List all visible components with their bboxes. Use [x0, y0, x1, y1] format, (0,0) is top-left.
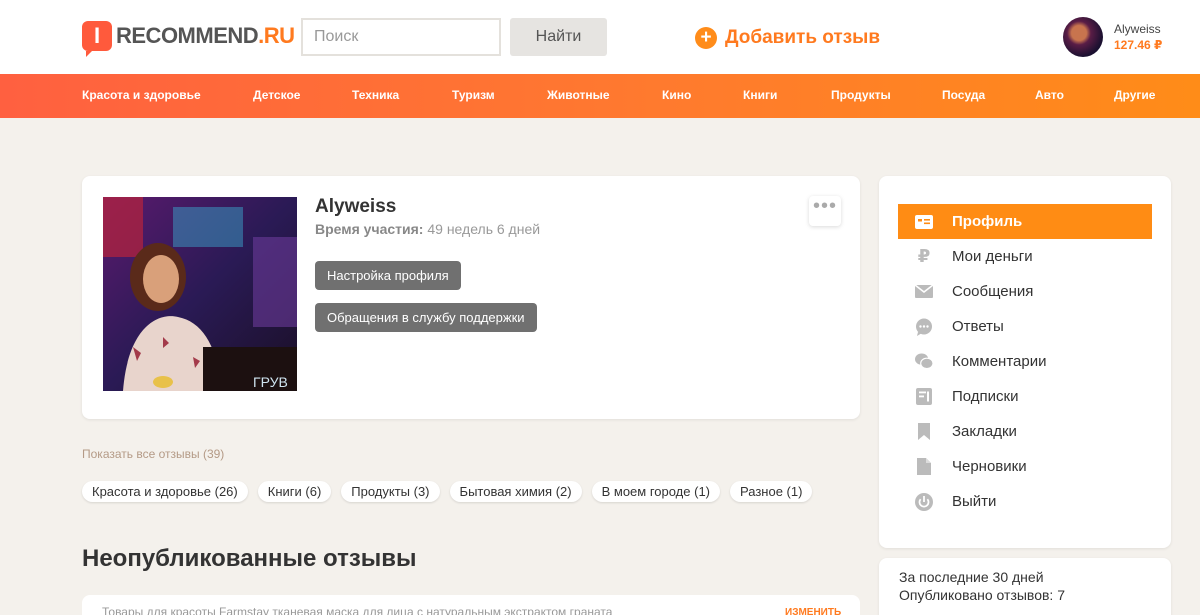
sidebar-item-comments[interactable]: Комментарии — [898, 344, 1152, 379]
sidebar-item-bookmarks[interactable]: Закладки — [898, 414, 1152, 449]
user-name[interactable]: Alyweiss — [1114, 22, 1162, 36]
participation-label: Время участия: — [315, 221, 424, 237]
stats-published-count: Опубликовано отзывов: 7 — [899, 587, 1065, 603]
profile-sidebar-menu: Профиль ₽ Мои деньги Сообщения Ответы Ко… — [879, 176, 1171, 548]
sidebar-item-money[interactable]: ₽ Мои деньги — [898, 239, 1152, 274]
sidebar-item-label: Ответы — [952, 318, 1004, 335]
nav-item-auto[interactable]: Авто — [1035, 88, 1064, 102]
sidebar-item-label: Сообщения — [952, 283, 1034, 300]
participation-info: Время участия: 49 недель 6 дней — [315, 221, 540, 237]
unpublished-reviews-title: Неопубликованные отзывы — [82, 545, 417, 572]
avatar[interactable] — [1063, 17, 1103, 57]
sidebar-item-label: Комментарии — [952, 353, 1047, 370]
profile-photo-image: ГРУВ — [103, 197, 297, 391]
sidebar-item-replies[interactable]: Ответы — [898, 309, 1152, 344]
sidebar-item-label: Выйти — [952, 493, 997, 510]
search-input[interactable] — [301, 18, 501, 56]
photo-caption: ГРУВ — [253, 374, 288, 390]
user-info: Alyweiss 127.46 ₽ — [1114, 22, 1162, 52]
draft-icon — [915, 458, 933, 476]
show-all-reviews-link[interactable]: Показать все отзывы (39) — [82, 447, 224, 461]
user-balance: 127.46 ₽ — [1114, 38, 1163, 52]
tag-books[interactable]: Книги (6) — [257, 481, 332, 502]
profile-photo: ГРУВ — [103, 197, 297, 391]
subscriptions-icon — [915, 388, 933, 406]
category-nav: Красота и здоровье Детское Техника Туриз… — [0, 74, 1200, 118]
nav-item-tourism[interactable]: Туризм — [452, 88, 495, 102]
site-logo[interactable]: I RECOMMEND.RU — [82, 20, 295, 57]
add-review-link[interactable]: + Добавить отзыв — [695, 25, 880, 51]
envelope-icon — [915, 283, 933, 301]
tag-food[interactable]: Продукты (3) — [341, 481, 440, 502]
participation-value: 49 недель 6 дней — [427, 221, 541, 237]
profile-settings-button[interactable]: Настройка профиля — [315, 261, 461, 290]
search-button[interactable]: Найти — [510, 18, 607, 56]
sidebar-item-messages[interactable]: Сообщения — [898, 274, 1152, 309]
stats-card: За последние 30 дней Опубликовано отзыво… — [879, 558, 1171, 615]
nav-item-books[interactable]: Книги — [743, 88, 777, 102]
review-edit-link[interactable]: ИЗМЕНИТЬ — [785, 607, 841, 615]
sidebar-item-logout[interactable]: Выйти — [898, 484, 1152, 519]
nav-item-tech[interactable]: Техника — [352, 88, 399, 102]
more-dots-icon[interactable]: ••• — [809, 196, 841, 226]
comments-icon — [915, 353, 933, 371]
nav-item-dishes[interactable]: Посуда — [942, 88, 985, 102]
nav-item-cinema[interactable]: Кино — [662, 88, 691, 102]
sidebar-item-drafts[interactable]: Черновики — [898, 449, 1152, 484]
tag-beauty[interactable]: Красота и здоровье (26) — [82, 481, 248, 502]
sidebar-item-profile[interactable]: Профиль — [898, 204, 1152, 239]
sidebar-item-label: Закладки — [952, 423, 1017, 440]
profile-card-icon — [915, 213, 933, 231]
sidebar-item-label: Черновики — [952, 458, 1027, 475]
nav-item-kids[interactable]: Детское — [253, 88, 300, 102]
site-header: I RECOMMEND.RU Найти + Добавить отзыв Al… — [0, 0, 1200, 74]
sidebar-item-label: Профиль — [952, 213, 1023, 230]
add-review-label: Добавить отзыв — [725, 27, 881, 48]
profile-name: Alyweiss — [315, 196, 397, 217]
review-category-tags: Красота и здоровье (26) Книги (6) Продук… — [82, 481, 822, 502]
sidebar-item-label: Подписки — [952, 388, 1019, 405]
sidebar-item-subscriptions[interactable]: Подписки — [898, 379, 1152, 414]
logo-mark-icon: I — [82, 21, 112, 57]
plus-circle-icon: + — [695, 27, 717, 49]
nav-item-animals[interactable]: Животные — [547, 88, 610, 102]
support-requests-button[interactable]: Обращения в службу поддержки — [315, 303, 537, 332]
nav-item-other[interactable]: Другие — [1114, 88, 1155, 102]
logo-main-text: RECOMMEND — [116, 23, 259, 48]
bookmark-icon — [915, 423, 933, 441]
tag-misc[interactable]: Разное (1) — [730, 481, 813, 502]
tag-household-chemicals[interactable]: Бытовая химия (2) — [449, 481, 582, 502]
review-item-title[interactable]: Товары для красоты Farmstay тканевая мас… — [102, 605, 612, 615]
tag-my-city[interactable]: В моем городе (1) — [591, 481, 720, 502]
nav-item-beauty[interactable]: Красота и здоровье — [82, 88, 201, 102]
nav-item-food[interactable]: Продукты — [831, 88, 891, 102]
chat-bubble-icon — [915, 318, 933, 336]
profile-card: ГРУВ Alyweiss Время участия: 49 недель 6… — [82, 176, 860, 419]
logo-ru-text: .RU — [258, 23, 295, 48]
unpublished-review-item[interactable]: Товары для красоты Farmstay тканевая мас… — [82, 595, 860, 615]
power-icon — [915, 492, 933, 511]
stats-period: За последние 30 дней — [899, 569, 1044, 585]
user-menu[interactable]: Alyweiss 127.46 ₽ — [1063, 17, 1162, 57]
logo-text: RECOMMEND.RU — [116, 23, 295, 49]
sidebar-item-label: Мои деньги — [952, 248, 1033, 265]
ruble-icon: ₽ — [917, 246, 931, 266]
